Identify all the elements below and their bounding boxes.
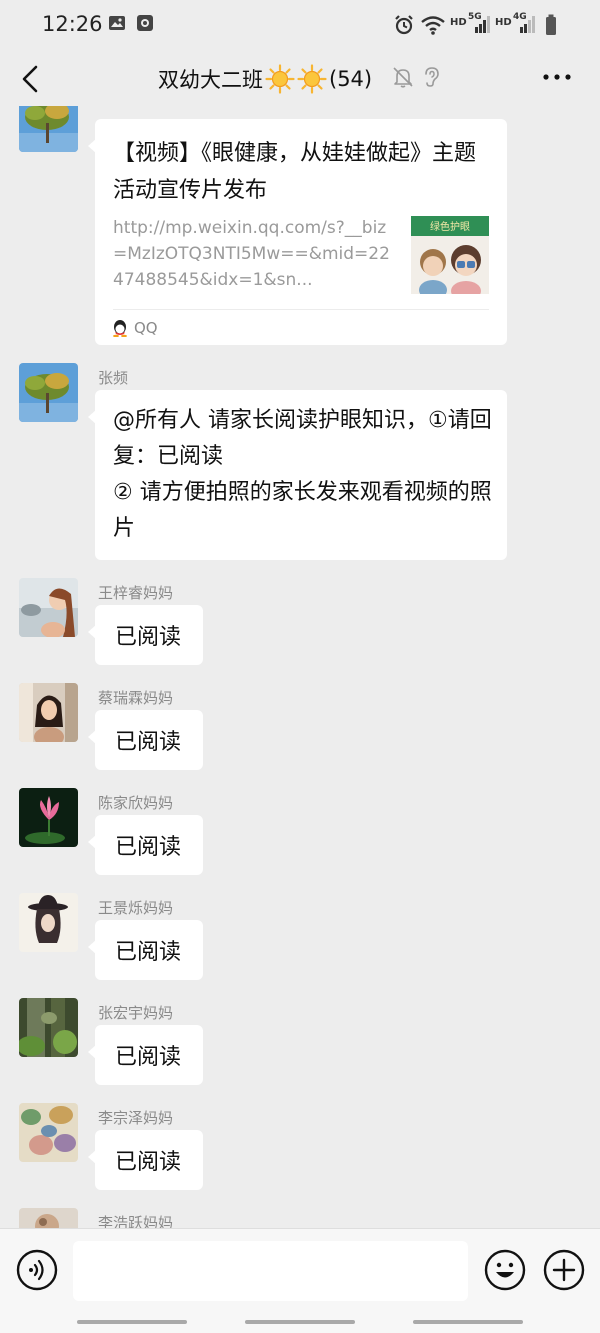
message-text: 已阅读: [115, 1045, 182, 1070]
message-bubble[interactable]: 已阅读: [88, 920, 203, 980]
thumbnail-caption: 绿色护眼: [430, 220, 470, 233]
member-count: (54): [329, 67, 373, 91]
message-text: 已阅读: [115, 940, 182, 965]
sender-name: 张宏宇妈妈: [98, 1004, 174, 1022]
qq-icon: [113, 320, 127, 337]
message-text: 已阅读: [115, 625, 182, 650]
gesture-bar: [245, 1320, 355, 1324]
gesture-bar: [413, 1320, 523, 1324]
sender-name: 李浩跃妈妈: [98, 1214, 174, 1228]
sender-name: 陈家欣妈妈: [98, 794, 174, 812]
message-bubble[interactable]: 已阅读: [88, 1130, 203, 1190]
chat-title[interactable]: 双幼大二班 (54): [158, 64, 372, 94]
wifi-icon: [421, 16, 445, 35]
message-text: 已阅读: [115, 835, 182, 860]
signal-icon: [520, 16, 535, 33]
back-icon[interactable]: [18, 64, 44, 94]
emoji-icon[interactable]: [484, 1249, 526, 1291]
avatar[interactable]: [19, 578, 78, 637]
card-thumbnail: 绿色护眼: [411, 216, 489, 294]
sun-icon: [265, 64, 295, 94]
message-bubble[interactable]: @所有人 请家长阅读护眼知识，①请回复：已阅读 ② 请方便拍照的家长发来观看视频…: [88, 390, 507, 560]
message-line: @所有人 请家长阅读护眼知识，①请回复：已阅读: [113, 408, 492, 469]
network-hd-1: HD: [450, 17, 467, 28]
avatar[interactable]: [19, 998, 78, 1057]
avatar[interactable]: [19, 363, 78, 422]
gesture-bar: [77, 1320, 187, 1324]
network-hd-2: HD: [495, 17, 512, 28]
avatar[interactable]: [19, 1103, 78, 1162]
group-name: 双幼大二班: [158, 68, 263, 92]
card-divider: [113, 309, 489, 310]
signal-icon: [475, 16, 490, 33]
sender-name: 王梓睿妈妈: [98, 584, 174, 602]
sender-name: 蔡瑞霖妈妈: [98, 689, 174, 707]
mute-icon: [393, 67, 413, 88]
avatar[interactable]: [19, 106, 78, 152]
status-bar: 12:26 HD 5G HD 4G: [0, 0, 600, 52]
avatar[interactable]: [19, 788, 78, 847]
avatar[interactable]: [19, 683, 78, 742]
message-bubble[interactable]: 已阅读: [88, 815, 203, 875]
chat-header: 双幼大二班 (54): [0, 52, 600, 106]
card-title: 【视频】《眼健康，从娃娃做起》主题活动宣传片发布: [113, 141, 477, 203]
avatar[interactable]: [19, 893, 78, 952]
message-bubble[interactable]: 已阅读: [88, 710, 203, 770]
voice-icon[interactable]: [16, 1249, 58, 1291]
card-link: http://mp.weixin.qq.com/s?__biz=MzIzOTQ3…: [113, 218, 390, 290]
more-icon[interactable]: [540, 64, 574, 90]
record-icon: [137, 15, 153, 31]
message-input[interactable]: [73, 1241, 468, 1301]
card-source: QQ: [134, 319, 158, 337]
input-bar: [0, 1228, 600, 1333]
message-text: @所有人 请家长阅读护眼知识，①请回复：已阅读 ② 请方便拍照的家长发来观看视频…: [113, 403, 497, 547]
message-bubble[interactable]: 已阅读: [88, 1025, 203, 1085]
sender-name: 王景烁妈妈: [98, 899, 174, 917]
sun-icon: [297, 64, 327, 94]
plus-icon[interactable]: [543, 1249, 585, 1291]
message-line: ② 请方便拍照的家长发来观看视频的照片: [113, 480, 492, 541]
avatar[interactable]: [19, 1208, 78, 1228]
status-time: 12:26: [42, 12, 103, 36]
ear-icon: [425, 67, 439, 87]
battery-icon: [546, 14, 556, 35]
alarm-icon: [395, 15, 413, 35]
message-list[interactable]: 【视频】《眼健康，从娃娃做起》主题活动宣传片发布 http://mp.weixi…: [0, 106, 600, 1228]
image-icon: [109, 16, 125, 30]
message-bubble[interactable]: 已阅读: [88, 605, 203, 665]
link-card[interactable]: 【视频】《眼健康，从娃娃做起》主题活动宣传片发布 http://mp.weixi…: [88, 119, 507, 345]
message-text: 已阅读: [115, 730, 182, 755]
message-text: 已阅读: [115, 1150, 182, 1175]
sender-name: 张频: [98, 369, 129, 387]
sender-name: 李宗泽妈妈: [98, 1109, 174, 1127]
